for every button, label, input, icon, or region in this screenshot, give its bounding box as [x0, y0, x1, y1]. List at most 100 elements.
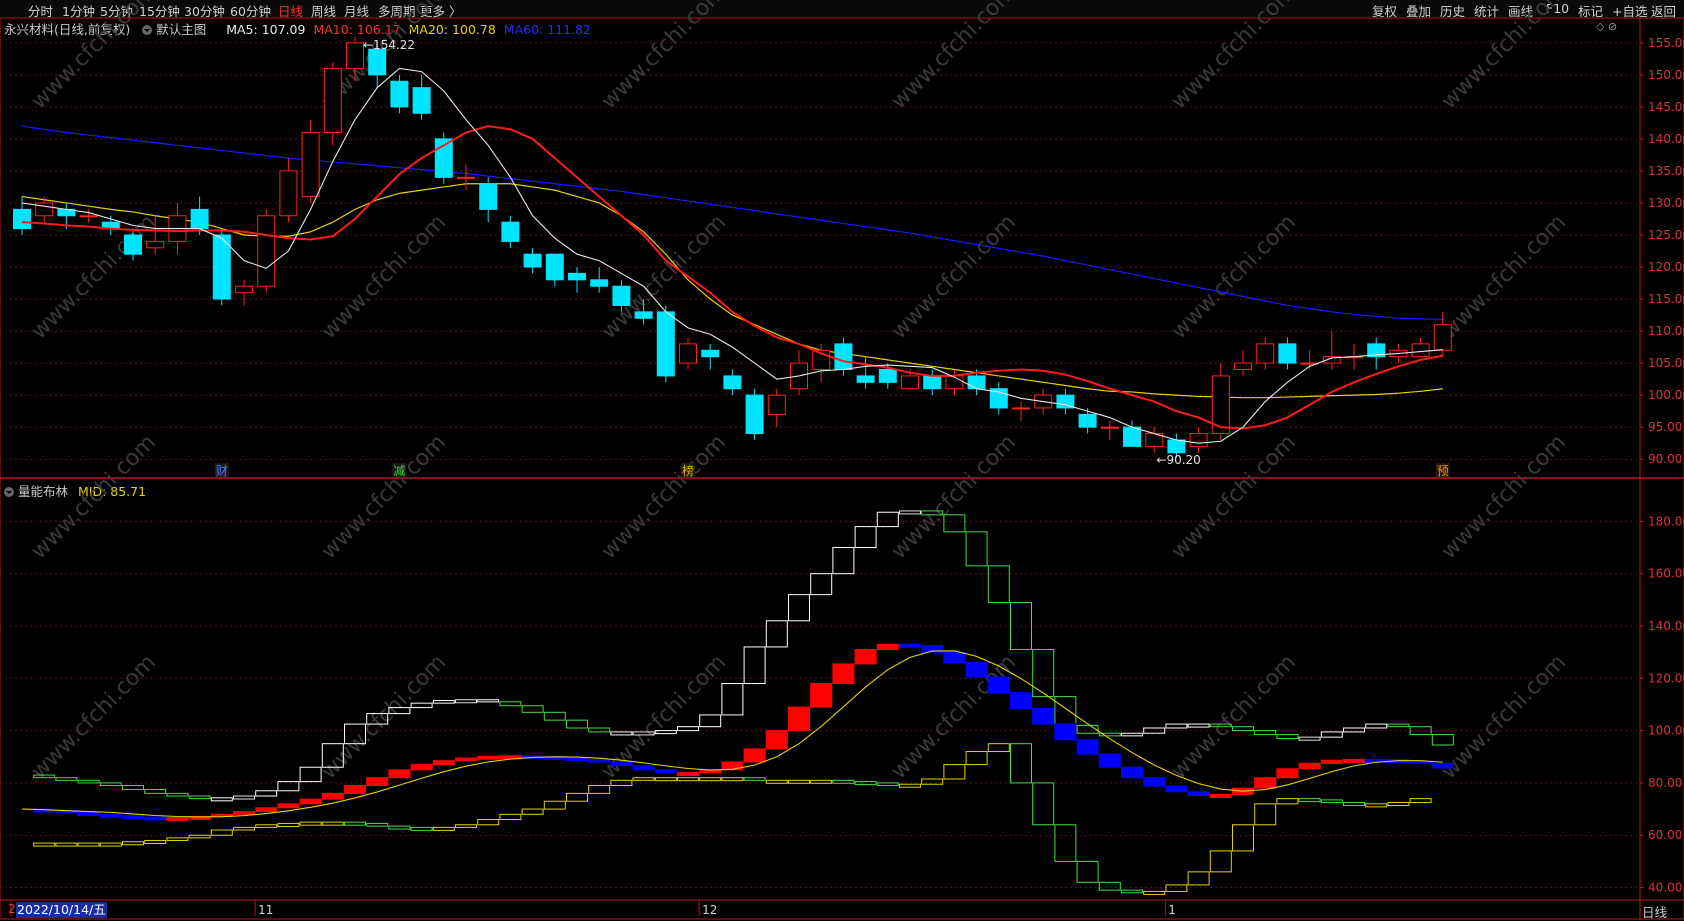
upper-band-box	[543, 711, 566, 721]
candle-body	[323, 67, 342, 133]
watermark-text: www.cfchi.com	[887, 0, 1021, 114]
mid-band-box	[1054, 723, 1077, 741]
price-tick-label: 145.00	[1648, 100, 1684, 114]
candle-body	[679, 343, 697, 364]
lower-band-box	[366, 822, 389, 827]
upper-band-box	[1054, 696, 1077, 726]
upper-band-box	[1365, 723, 1388, 729]
candle-body	[545, 253, 564, 281]
mid-band-box	[1298, 762, 1321, 770]
watermark-text: www.cfchi.com	[317, 430, 451, 564]
candle-body	[901, 375, 919, 390]
lower-band-box	[1010, 743, 1032, 784]
lower-band-box	[788, 779, 810, 784]
price-tick-label: 100.00	[1648, 388, 1684, 402]
lower-band-box	[210, 829, 233, 836]
lower-band-box	[255, 824, 278, 828]
lower-band-box	[1409, 798, 1432, 804]
upper-band-box	[1276, 734, 1299, 739]
mid-band-box	[610, 761, 633, 767]
sub-tick-label: 100.00	[1648, 724, 1684, 738]
upper-band-box	[876, 511, 899, 528]
watermark-text: www.cfchi.com	[1167, 430, 1301, 564]
mid-band-box	[1276, 768, 1299, 779]
upper-band-box	[299, 766, 322, 783]
lower-band-box	[499, 813, 522, 821]
lower-band-box	[1320, 799, 1343, 804]
candle-body	[1256, 343, 1275, 364]
period-label[interactable]: 日线	[1642, 902, 1667, 921]
watermark-text: www.cfchi.com	[1167, 650, 1301, 784]
month-label: 12	[702, 903, 717, 917]
mid-band-box	[122, 815, 144, 820]
mid-band-box	[876, 643, 899, 651]
price-tick-label: 135.00	[1648, 164, 1684, 178]
candle-body	[1189, 433, 1208, 447]
watermark-text: www.cfchi.com	[317, 210, 451, 344]
candle-body	[1411, 343, 1430, 358]
upper-band-box	[55, 777, 78, 781]
lower-band-box	[521, 808, 544, 815]
month-label: 1	[1168, 903, 1176, 917]
mid-band-box	[321, 792, 344, 800]
mid-band-box	[1098, 753, 1121, 768]
upper-band-box	[1298, 736, 1321, 741]
mid-band-box	[899, 643, 921, 648]
mid-band-box	[455, 757, 477, 762]
candle-body	[1167, 439, 1186, 454]
mid-band-box	[344, 785, 366, 794]
watermark-text: www.cfchi.com	[887, 430, 1021, 564]
lower-band-box	[1143, 890, 1166, 895]
lower-band-box	[1209, 850, 1232, 873]
lower-band-box	[677, 777, 699, 782]
mid-band-box	[1254, 777, 1277, 789]
candle-body	[656, 311, 675, 377]
kline-chart[interactable]: www.cfchi.com www.cfchi.com www.cfchi.com w…	[0, 0, 1684, 920]
frame	[0, 17, 1684, 920]
mid-band-box	[388, 769, 411, 779]
lower-band-box	[122, 841, 144, 846]
watermark-text: www.cfchi.com	[597, 430, 731, 564]
price-tick-label: 115.00	[1648, 292, 1684, 306]
candle-body	[479, 183, 498, 210]
high-price-label: ←154.22	[363, 38, 415, 52]
mid-band-box	[965, 662, 988, 678]
upper-band-box	[455, 699, 477, 704]
watermark-text: www.cfchi.com	[27, 0, 161, 114]
upper-band-box	[99, 782, 122, 787]
candle-body	[590, 279, 609, 287]
price-tick-label: 130.00	[1648, 196, 1684, 210]
upper-band-box	[721, 683, 744, 716]
price-tick-label: 120.00	[1648, 260, 1684, 274]
low-price-label: ←90.20	[1156, 453, 1200, 467]
mid-band-box	[632, 765, 655, 771]
event-marker: 预	[1437, 464, 1449, 478]
upper-band-box	[854, 526, 877, 549]
lower-band-box	[1032, 782, 1055, 826]
price-tick-label: 105.00	[1648, 356, 1684, 370]
upper-band-box	[965, 531, 988, 567]
mid-band-box	[854, 649, 877, 665]
upper-band-box	[788, 594, 810, 622]
mid-band-box	[987, 676, 1010, 694]
lower-band-box	[1076, 860, 1099, 883]
mid-band-box	[299, 798, 322, 805]
lower-band-box	[233, 826, 255, 831]
mid-band-box	[743, 748, 766, 763]
lower-band-box	[1165, 884, 1188, 892]
lower-band-box	[1387, 802, 1410, 807]
mid-band-box	[99, 813, 122, 818]
candle-body	[301, 131, 320, 198]
lower-band-box	[1232, 824, 1254, 852]
watermark-text: www.cfchi.com	[1167, 210, 1301, 344]
upper-band-box	[477, 699, 500, 703]
watermark-text: www.cfchi.com	[27, 430, 161, 564]
watermark-text: www.cfchi.com	[317, 650, 451, 784]
candle-body	[701, 349, 720, 358]
mid-band-box	[233, 811, 255, 815]
lower-band-box	[965, 751, 988, 766]
price-tick-label: 90.00	[1648, 452, 1682, 466]
lower-band-box	[144, 839, 167, 844]
candle-body	[967, 375, 986, 390]
upper-band-box	[699, 714, 722, 728]
